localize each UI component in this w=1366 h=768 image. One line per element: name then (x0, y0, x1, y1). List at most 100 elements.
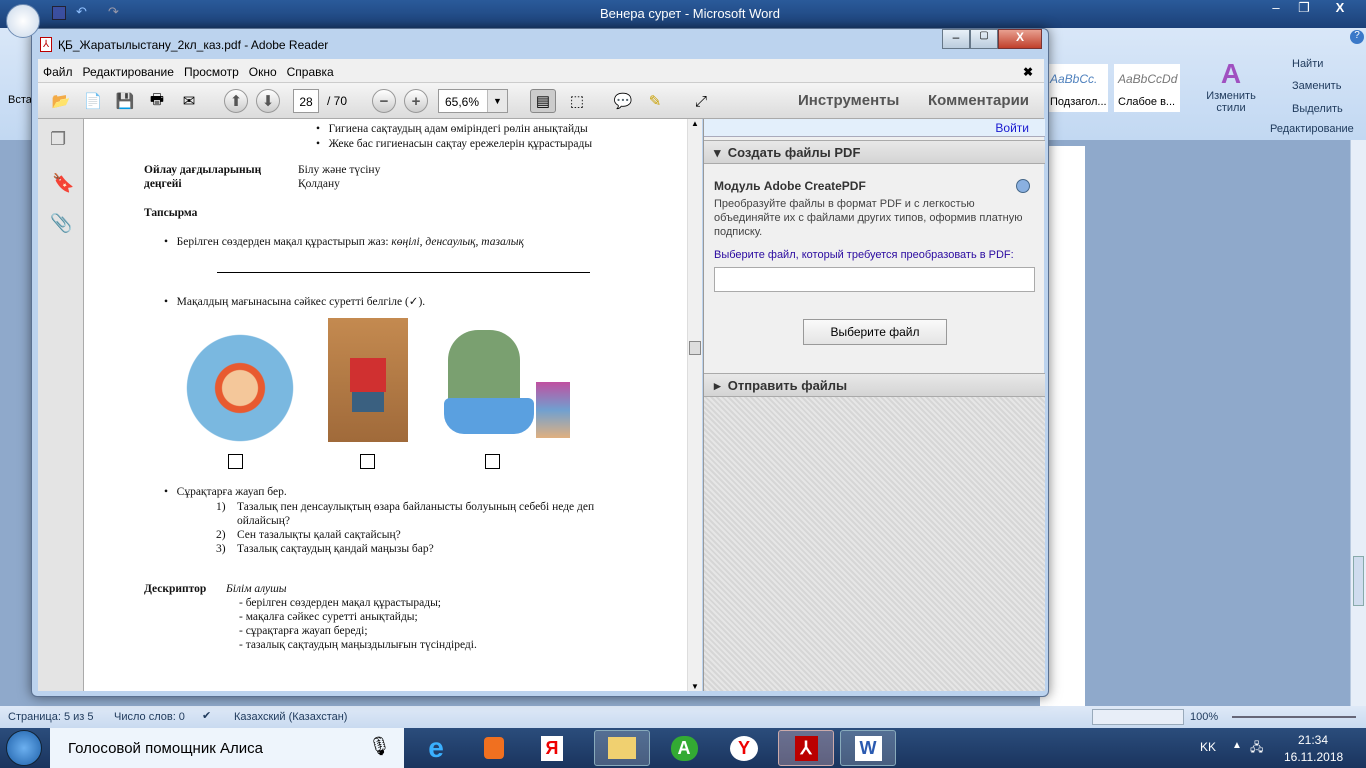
explorer-icon[interactable] (594, 730, 650, 766)
pdf-vertical-scrollbar[interactable]: ▲ ▼ (687, 119, 702, 691)
question-1: Тазалық пен денсаулықтың өзара байланыст… (237, 501, 595, 513)
bookmarks-icon[interactable]: 🔖 (52, 173, 74, 194)
reader-window-title: ҚБ_Жаратылыстану_2кл_каз.pdf - Adobe Rea… (58, 38, 329, 52)
zoom-slider[interactable] (1232, 716, 1356, 718)
next-page-icon[interactable]: ⬇ (255, 89, 281, 113)
start-button[interactable] (6, 730, 42, 766)
send-files-header[interactable]: ▸ Отправить файлы (704, 373, 1045, 397)
word-vertical-scrollbar[interactable] (1350, 140, 1366, 706)
picture-checkbox-2[interactable] (360, 454, 375, 469)
picture-checkbox-1[interactable] (228, 454, 243, 469)
email-icon[interactable]: ✉ (176, 89, 202, 113)
input-language[interactable]: KK (1200, 740, 1216, 754)
change-styles-button[interactable]: A Изменить стили (1200, 58, 1262, 114)
proofing-icon[interactable]: ✔ (202, 709, 211, 722)
style-name: Подзагол... (1050, 96, 1107, 108)
word-count[interactable]: Число слов: 0 (114, 711, 185, 723)
word-restore-button[interactable]: ❐ (1290, 0, 1318, 20)
open-icon[interactable]: 📂 (48, 89, 74, 113)
menu-view[interactable]: Просмотр (184, 65, 239, 79)
scroll-thumb[interactable] (689, 341, 701, 355)
bullet-top-1: • Гигиена сақтаудың адам өміріндегі рөлі… (316, 123, 588, 135)
page-number-input[interactable]: 28 (293, 89, 319, 113)
tray-expand-icon[interactable]: ▲ (1232, 740, 1242, 751)
redo-icon[interactable]: ↷ (108, 4, 119, 20)
create-pdf-icon[interactable]: 📄 (80, 89, 106, 113)
close-menu-icon[interactable]: ✖ (1023, 65, 1033, 79)
print-icon[interactable]: 🖶 (144, 89, 170, 113)
microphone-icon[interactable]: 🎙 (368, 736, 391, 757)
comments-button[interactable]: Комментарии (928, 92, 1029, 109)
pages-icon[interactable]: ❐ (50, 129, 66, 150)
yandex-icon[interactable]: Я (524, 730, 580, 766)
undo-icon[interactable]: ↶ (76, 4, 87, 20)
page-count[interactable]: Страница: 5 из 5 (8, 711, 94, 723)
media-icon[interactable] (466, 730, 522, 766)
chevron-down-icon[interactable]: ▼ (487, 90, 507, 112)
menu-file[interactable]: Файл (43, 65, 73, 79)
ie-icon[interactable]: e (408, 730, 464, 766)
select-button[interactable]: Выделить (1292, 103, 1343, 115)
scroll-down-icon[interactable]: ▼ (691, 682, 699, 691)
find-button[interactable]: Найти (1292, 58, 1323, 70)
create-pdf-header[interactable]: ▾ Создать файлы PDF (704, 140, 1045, 164)
tools-button[interactable]: Инструменты (798, 92, 899, 109)
view-buttons[interactable] (1092, 709, 1184, 725)
save-icon[interactable]: 💾 (112, 89, 138, 113)
word-close-button[interactable]: X (1318, 0, 1362, 20)
replace-button[interactable]: Заменить (1292, 80, 1341, 92)
clock-date[interactable]: 16.11.2018 (1284, 750, 1343, 764)
scroll-thumb[interactable] (1353, 556, 1364, 606)
zoom-in-icon[interactable]: + (403, 89, 429, 113)
pdf-page[interactable]: • Гигиена сақтаудың адам өміріндегі рөлі… (84, 119, 687, 691)
picture-checkbox-3[interactable] (485, 454, 500, 469)
menu-edit[interactable]: Редактирование (83, 65, 174, 79)
office-button[interactable] (6, 4, 40, 38)
yandex-browser-icon[interactable]: Y (716, 730, 772, 766)
choose-file-label: Выберите файл, который требуется преобра… (714, 249, 1014, 261)
descriptor-item: - сұрақтарға жауап береді; (239, 625, 368, 637)
question-2: Сен тазалықты қалай сақтайсың? (237, 529, 401, 541)
adobe-reader-icon[interactable]: ⅄ (778, 730, 834, 766)
skills-value-2: Қолдану (298, 178, 340, 190)
reader-maximize-button[interactable]: ▢ (970, 29, 998, 49)
style-subtitle[interactable]: AaBbCc. Подзагол... (1048, 64, 1108, 112)
fit-width-icon[interactable]: ⬚ (564, 89, 590, 113)
zoom-select[interactable]: 65,6% ▼ (438, 89, 508, 113)
question-3: Тазалық сақтаудың қандай маңызы бар? (237, 543, 434, 555)
question-1-cont: ойлайсың? (237, 515, 290, 527)
file-input[interactable] (714, 267, 1035, 292)
word-icon[interactable]: W (840, 730, 896, 766)
zoom-out-icon[interactable]: − (371, 89, 397, 113)
quick-save-icon[interactable] (52, 6, 66, 20)
alice-search[interactable]: Голосовой помощник Алиса 🎙 (50, 728, 404, 768)
menu-window[interactable]: Окно (249, 65, 277, 79)
login-link[interactable]: Войти (995, 121, 1029, 135)
scroll-up-icon[interactable]: ▲ (691, 119, 699, 128)
task-1: • Берілген сөздерден мақал құрастырып жа… (164, 236, 524, 248)
previous-page-icon[interactable]: ⬆ (223, 89, 249, 113)
dirty-boy-image (328, 318, 408, 442)
style-subtle[interactable]: AaBbCcDd Слабое в... (1114, 64, 1180, 112)
comment-icon[interactable]: 💬 (610, 89, 636, 113)
login-bar: Войти (704, 119, 1045, 137)
taskbar: Голосовой помощник Алиса 🎙 e Я A Y ⅄ W KK… (0, 728, 1366, 768)
word-minimize-button[interactable]: – (1262, 0, 1290, 20)
question-number: 2) (216, 529, 226, 541)
globe-pdf-icon[interactable] (1016, 179, 1030, 193)
language[interactable]: Казахский (Казахстан) (234, 711, 347, 723)
clock-time[interactable]: 21:34 (1298, 733, 1328, 747)
choose-file-button[interactable]: Выберите файл (803, 319, 947, 345)
fullscreen-icon[interactable]: ⤢ (688, 89, 714, 113)
help-icon[interactable]: ? (1350, 30, 1364, 44)
reader-close-button[interactable]: X (998, 29, 1042, 49)
network-icon[interactable]: 🖧 (1250, 738, 1263, 759)
fit-page-icon[interactable]: ▤ (530, 89, 556, 113)
a-icon[interactable]: A (656, 730, 712, 766)
zoom-level[interactable]: 100% (1190, 711, 1218, 723)
menu-help[interactable]: Справка (287, 65, 334, 79)
attachments-icon[interactable]: 📎 (50, 213, 72, 234)
reader-minimize-button[interactable]: – (942, 29, 970, 49)
highlight-icon[interactable]: ✎ (642, 89, 668, 113)
editing-group-label: Редактирование (1270, 123, 1354, 135)
